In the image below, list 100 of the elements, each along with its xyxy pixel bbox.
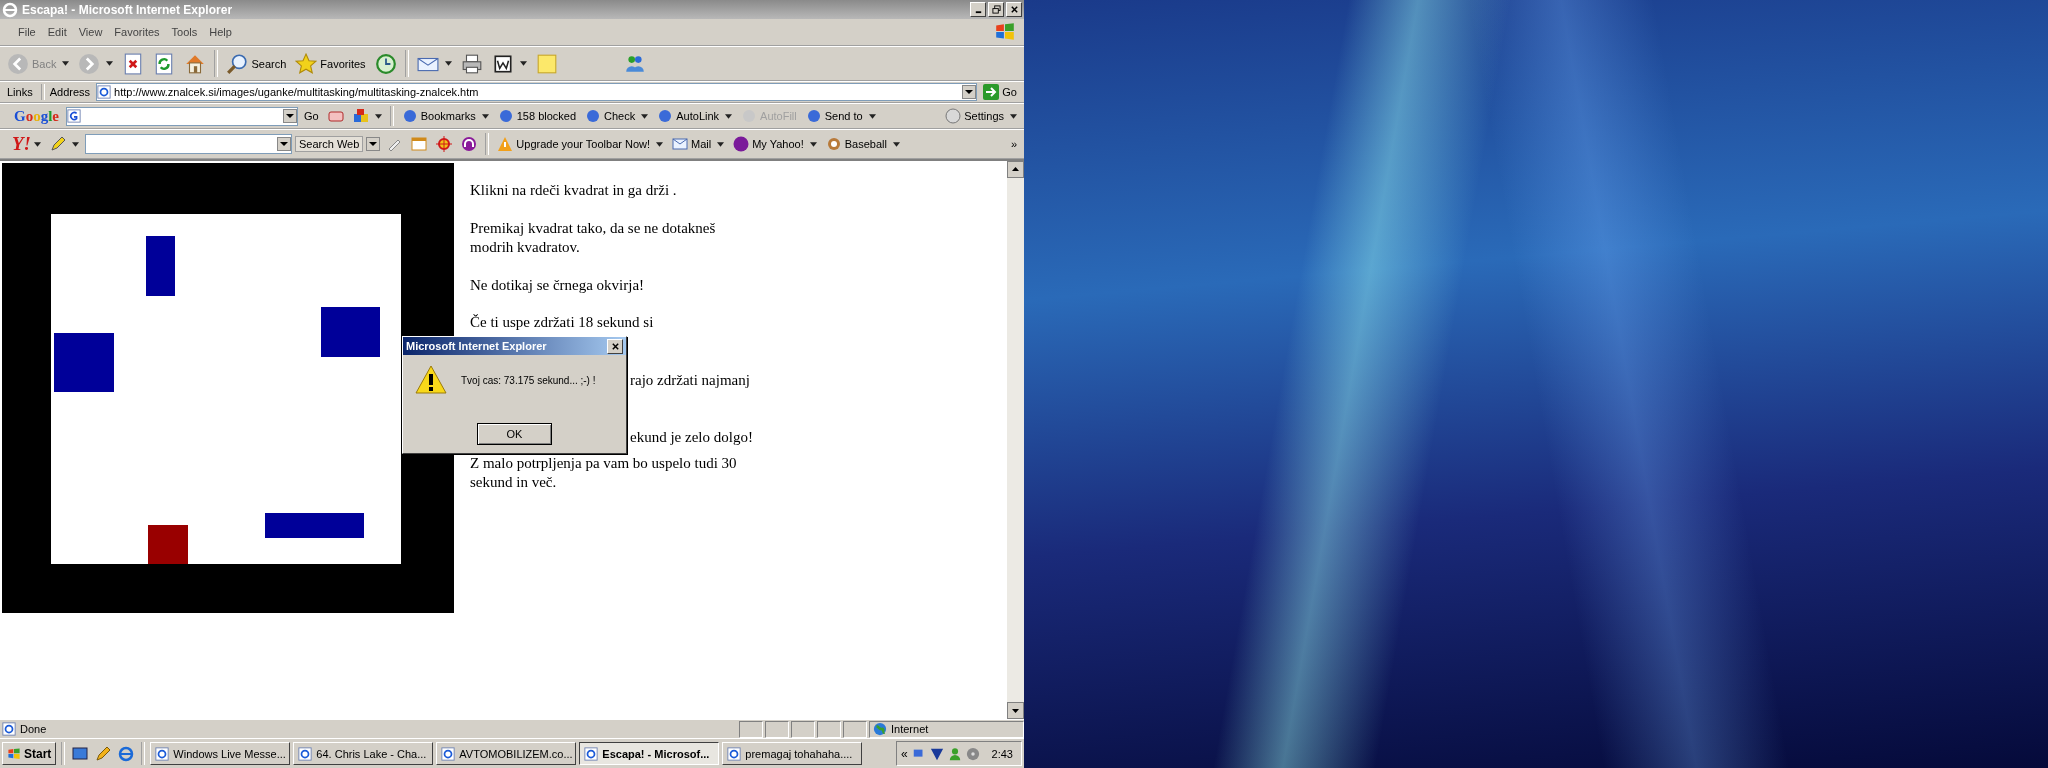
toolbar-button[interactable]: Upgrade your Toolbar Now! (494, 135, 654, 153)
caret-icon[interactable] (656, 141, 664, 147)
windows-flag-icon (7, 746, 21, 761)
toolbar-button[interactable]: Check (582, 107, 639, 125)
restore-button[interactable] (988, 2, 1004, 17)
taskbar-button[interactable]: Escapa! - Microsof... (579, 742, 720, 765)
window-icon (584, 746, 599, 761)
search-web-button[interactable]: Search Web (295, 136, 364, 152)
taskbar-button[interactable]: 64. Chris Lake - Cha... (293, 742, 434, 765)
vertical-scrollbar[interactable] (1007, 161, 1024, 719)
caret-icon[interactable] (519, 61, 527, 66)
dialog-message: Tvoj cas: 73.175 sekund... ;-) ! (461, 374, 596, 386)
obstacle-block (146, 236, 175, 296)
caret-icon[interactable] (809, 141, 817, 147)
ok-button[interactable]: OK (477, 423, 552, 445)
menu-item[interactable]: Help (203, 26, 238, 38)
caret-icon[interactable] (868, 113, 876, 119)
cubes-icon[interactable] (352, 108, 369, 124)
menu-item[interactable]: Tools (165, 26, 204, 38)
window-icon (155, 746, 170, 761)
history-icon[interactable] (374, 52, 397, 75)
more-button[interactable]: » (1007, 137, 1020, 151)
warning-icon (497, 136, 514, 152)
google-go-button[interactable]: Go (301, 109, 322, 123)
document-icon[interactable] (491, 52, 514, 75)
caret-icon[interactable] (444, 61, 452, 66)
go-button[interactable]: Go (980, 83, 1020, 101)
settings-button[interactable]: Settings (942, 107, 1007, 125)
status-panel (817, 720, 841, 738)
caret-icon[interactable] (481, 113, 489, 119)
menu-item[interactable]: File (12, 26, 42, 38)
scroll-down-icon[interactable] (1007, 702, 1024, 719)
dropdown-icon[interactable] (962, 85, 977, 99)
favorites-button[interactable]: Favorites (292, 51, 369, 76)
google-search-field[interactable] (66, 106, 298, 126)
caret-icon[interactable] (106, 61, 114, 66)
toolbar-button[interactable]: Send to (802, 107, 866, 125)
caret-icon[interactable] (893, 141, 900, 147)
scroll-up-icon[interactable] (1007, 161, 1024, 178)
toolbar-button[interactable]: Bookmarks (398, 107, 479, 125)
caret-icon[interactable] (1010, 113, 1017, 119)
toolbar-button[interactable]: Baseball (822, 135, 890, 153)
status-panel (739, 720, 763, 738)
toolbar-button[interactable]: My Yahoo! (730, 135, 807, 153)
card-icon[interactable] (327, 108, 344, 124)
menu-item[interactable]: View (72, 26, 109, 38)
caret-icon[interactable] (62, 61, 70, 66)
star-icon (295, 52, 318, 75)
ball-icon (825, 136, 842, 152)
ie-logo-icon[interactable] (118, 745, 135, 762)
page-text: Če ti uspe zdržati 18 sekund si (470, 313, 655, 332)
pencil-icon[interactable] (95, 745, 112, 762)
caret-icon[interactable] (725, 113, 733, 119)
menu-item[interactable]: Favorites (108, 26, 166, 38)
desktop-icon[interactable] (72, 745, 89, 762)
caret-icon[interactable] (641, 113, 649, 119)
close-icon (610, 341, 620, 351)
printer-icon[interactable] (460, 52, 483, 75)
search-icon (226, 52, 249, 75)
dropdown-icon[interactable] (366, 137, 381, 151)
windows-flag-icon (994, 21, 1016, 43)
start-button[interactable]: Start (2, 742, 57, 765)
address-field[interactable]: http://www.znalcek.si/images/uganke/multitasking/multitasking-znalcek.htm (96, 83, 978, 101)
shield-icon[interactable] (929, 746, 944, 761)
google-logo: Google (13, 107, 60, 125)
g-icon (67, 109, 81, 123)
pencil-icon[interactable] (50, 136, 66, 152)
crosshair-icon[interactable] (436, 136, 453, 152)
toolbar-icon (497, 108, 514, 124)
tray-toggle[interactable]: « (900, 746, 908, 761)
dropdown-icon[interactable] (283, 109, 297, 123)
taskbar-button[interactable]: AVTOMOBILIZEM.co... (436, 742, 577, 765)
toolbar-icon (401, 108, 418, 124)
yahoo-search-field[interactable] (85, 134, 292, 154)
links-button[interactable]: Links (4, 85, 36, 99)
toolbar-button[interactable]: 158 blocked (494, 107, 580, 125)
taskbar-button[interactable]: premagaj tohahaha.... (722, 742, 863, 765)
caret-icon[interactable] (717, 141, 725, 147)
caret-icon[interactable] (374, 113, 382, 119)
window-icon[interactable] (411, 136, 428, 152)
dropdown-icon[interactable] (277, 137, 291, 151)
page-text: sekund in več. (470, 473, 558, 492)
close-button[interactable] (607, 338, 623, 354)
window-icon (441, 746, 456, 761)
toolbar-button[interactable]: AutoLink (654, 107, 723, 125)
obstacle-block (321, 307, 380, 357)
minimize-button[interactable] (970, 2, 986, 17)
caret-icon[interactable] (72, 141, 79, 147)
caret-icon[interactable] (34, 141, 41, 147)
close-button[interactable] (1006, 2, 1022, 17)
page-icon (97, 85, 112, 99)
taskbar-button[interactable]: Windows Live Messe... (150, 742, 291, 765)
close-icon (1009, 5, 1019, 14)
search-button[interactable]: Search (223, 51, 290, 76)
yahoo-logo[interactable]: Y! (12, 133, 31, 155)
menu-item[interactable]: Edit (41, 26, 73, 38)
status-panel (765, 720, 789, 738)
headphones-icon[interactable] (461, 136, 478, 152)
toolbar-button[interactable]: Mail (669, 135, 715, 153)
mail-icon (672, 136, 689, 152)
